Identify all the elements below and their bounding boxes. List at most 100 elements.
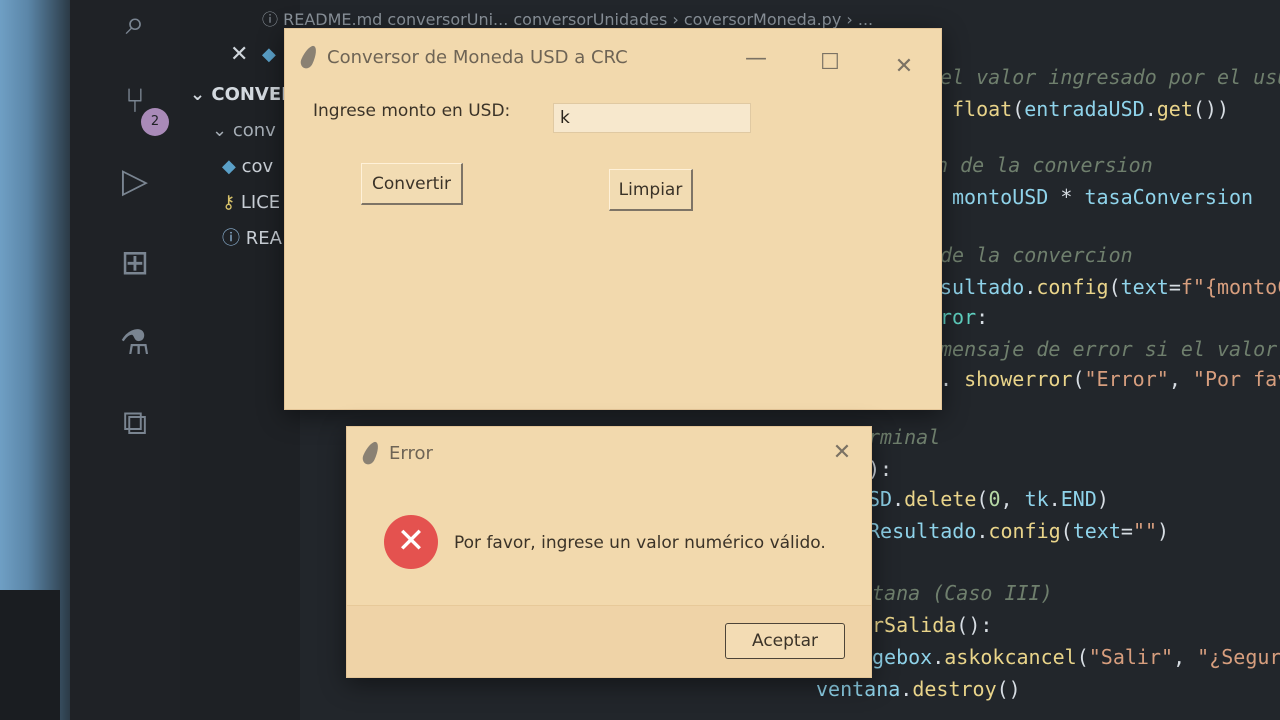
code-token: config [988, 519, 1061, 543]
code-line: rminal [868, 422, 940, 452]
code-line: Resultado.config(text="") [868, 516, 1169, 546]
code-token: , [1000, 487, 1025, 511]
code-token: ( [1060, 519, 1073, 543]
code-token: montoUSD [952, 185, 1049, 209]
close-button[interactable]: ✕ [881, 47, 927, 87]
code-token: Resultado [868, 519, 977, 543]
code-token: ( [1012, 97, 1025, 121]
usd-amount-label: Ingrese monto en USD: [313, 101, 511, 121]
code-token: (): [956, 613, 993, 637]
chevron-down-icon: ⌄ [212, 120, 233, 141]
code-line: tana (Caso III) [872, 578, 1053, 608]
python-file-icon: ◆ [262, 44, 276, 65]
code-token: float [952, 97, 1013, 121]
code-line: n de la conversion [936, 150, 1153, 180]
maximize-button[interactable]: ☐ [807, 43, 853, 83]
code-token: gebox [872, 645, 933, 669]
code-token: mensaje de error si el valor [940, 337, 1278, 361]
code-token: ( [1076, 645, 1089, 669]
clear-button[interactable]: Limpiar [609, 169, 693, 211]
code-token: , [1173, 645, 1198, 669]
code-token: rSalida [872, 613, 957, 637]
accept-button[interactable]: Aceptar [725, 623, 845, 659]
code-token: text [1072, 519, 1121, 543]
license-icon: ⚷ [222, 192, 241, 213]
code-token: . [1048, 487, 1061, 511]
code-token: ror [940, 305, 977, 329]
code-token: END [1060, 487, 1097, 511]
code-token: ( [976, 487, 989, 511]
code-token: destroy [912, 677, 997, 701]
explorer-file-python[interactable]: ◆ cov [222, 152, 273, 182]
code-token: = [1120, 519, 1133, 543]
code-token: ventana [816, 677, 901, 701]
convert-button[interactable]: Convertir [361, 163, 463, 205]
error-titlebar[interactable]: Error [347, 427, 871, 479]
close-editor-icon[interactable]: ✕ [230, 40, 248, 70]
code-token: de la convercion [940, 243, 1133, 267]
code-token: get [1156, 97, 1193, 121]
code-token: delete [904, 487, 977, 511]
code-token: sultado [940, 275, 1025, 299]
code-token: tana (Caso III) [872, 581, 1053, 605]
error-close-button[interactable]: ✕ [819, 433, 865, 473]
code-token: ()) [1192, 97, 1229, 121]
converter-window: Conversor de Moneda USD a CRC — ☐ ✕ Ingr… [284, 28, 942, 410]
tk-feather-icon [298, 43, 320, 71]
code-token: n de la conversion [936, 153, 1153, 177]
extensions-icon[interactable]: ⊞ [112, 240, 158, 286]
code-token: . [892, 487, 905, 511]
code-token: . [1024, 275, 1037, 299]
code-token: "Salir" [1088, 645, 1174, 669]
code-line: float(entradaUSD.get()) [952, 94, 1229, 124]
testing-flask-icon[interactable]: ⚗ [112, 320, 158, 366]
code-token: "" [1132, 519, 1158, 543]
code-line: rSalida(): [872, 610, 992, 640]
minimize-button[interactable]: — [733, 39, 779, 79]
code-token: askokcancel [944, 645, 1077, 669]
python-file-icon: ◆ [222, 156, 242, 177]
code-token: , [1168, 367, 1193, 391]
converter-window-title: Conversor de Moneda USD a CRC [327, 46, 628, 68]
code-token: showerror [964, 367, 1073, 391]
code-token: ( [1108, 275, 1121, 299]
code-token: . [940, 367, 965, 391]
code-token: config [1036, 275, 1109, 299]
chevron-down-icon: ⌄ [190, 84, 212, 105]
monitor-bezel [0, 590, 60, 720]
code-line: el valor ingresado por el usu [940, 62, 1280, 92]
code-token: rminal [868, 425, 941, 449]
run-debug-icon[interactable]: ▷ [112, 158, 158, 204]
code-line: ror: [940, 302, 988, 332]
code-token: 0 [988, 487, 1001, 511]
code-token: = [1168, 275, 1181, 299]
explorer-subfolder[interactable]: ⌄ conv [212, 116, 276, 146]
code-line: . showerror("Error", "Por favo [940, 364, 1280, 394]
code-token: . [976, 519, 989, 543]
error-dialog: Error ✕ ✕ Por favor, ingrese un valor nu… [346, 426, 872, 678]
search-icon[interactable]: ⌕ [112, 0, 158, 46]
code-line: de la convercion [940, 240, 1133, 270]
explorer-file-readme[interactable]: ⓘ REA [222, 224, 282, 254]
code-token: ( [1072, 367, 1085, 391]
code-token: ) [1096, 487, 1109, 511]
code-token: el valor ingresado por el usu [940, 65, 1280, 89]
remote-explorer-icon[interactable]: ⧉ [112, 400, 158, 446]
code-token: "¿Segur [1197, 645, 1280, 669]
error-icon: ✕ [384, 515, 438, 569]
explorer-folder-heading[interactable]: ⌄ CONVER [190, 80, 295, 110]
source-control-badge: 2 [141, 108, 169, 136]
code-line: ventana.destroy() [816, 674, 1021, 704]
explorer-file-license[interactable]: ⚷ LICE [222, 188, 280, 218]
info-icon: ⓘ [222, 228, 246, 249]
code-token: * [1048, 185, 1085, 209]
code-line: sultado.config(text=f"{montoCR [940, 272, 1280, 302]
usd-amount-input[interactable] [553, 103, 751, 133]
error-dialog-title: Error [389, 442, 433, 464]
error-message: Por favor, ingrese un valor numérico vál… [454, 533, 826, 553]
code-line: gebox.askokcancel("Salir", "¿Segur [872, 642, 1280, 672]
code-token: "Por favo [1192, 367, 1280, 391]
code-token: tasaConversion [1084, 185, 1254, 209]
code-token: "Error" [1084, 367, 1169, 391]
code-token: f"{montoCR [1180, 275, 1280, 299]
